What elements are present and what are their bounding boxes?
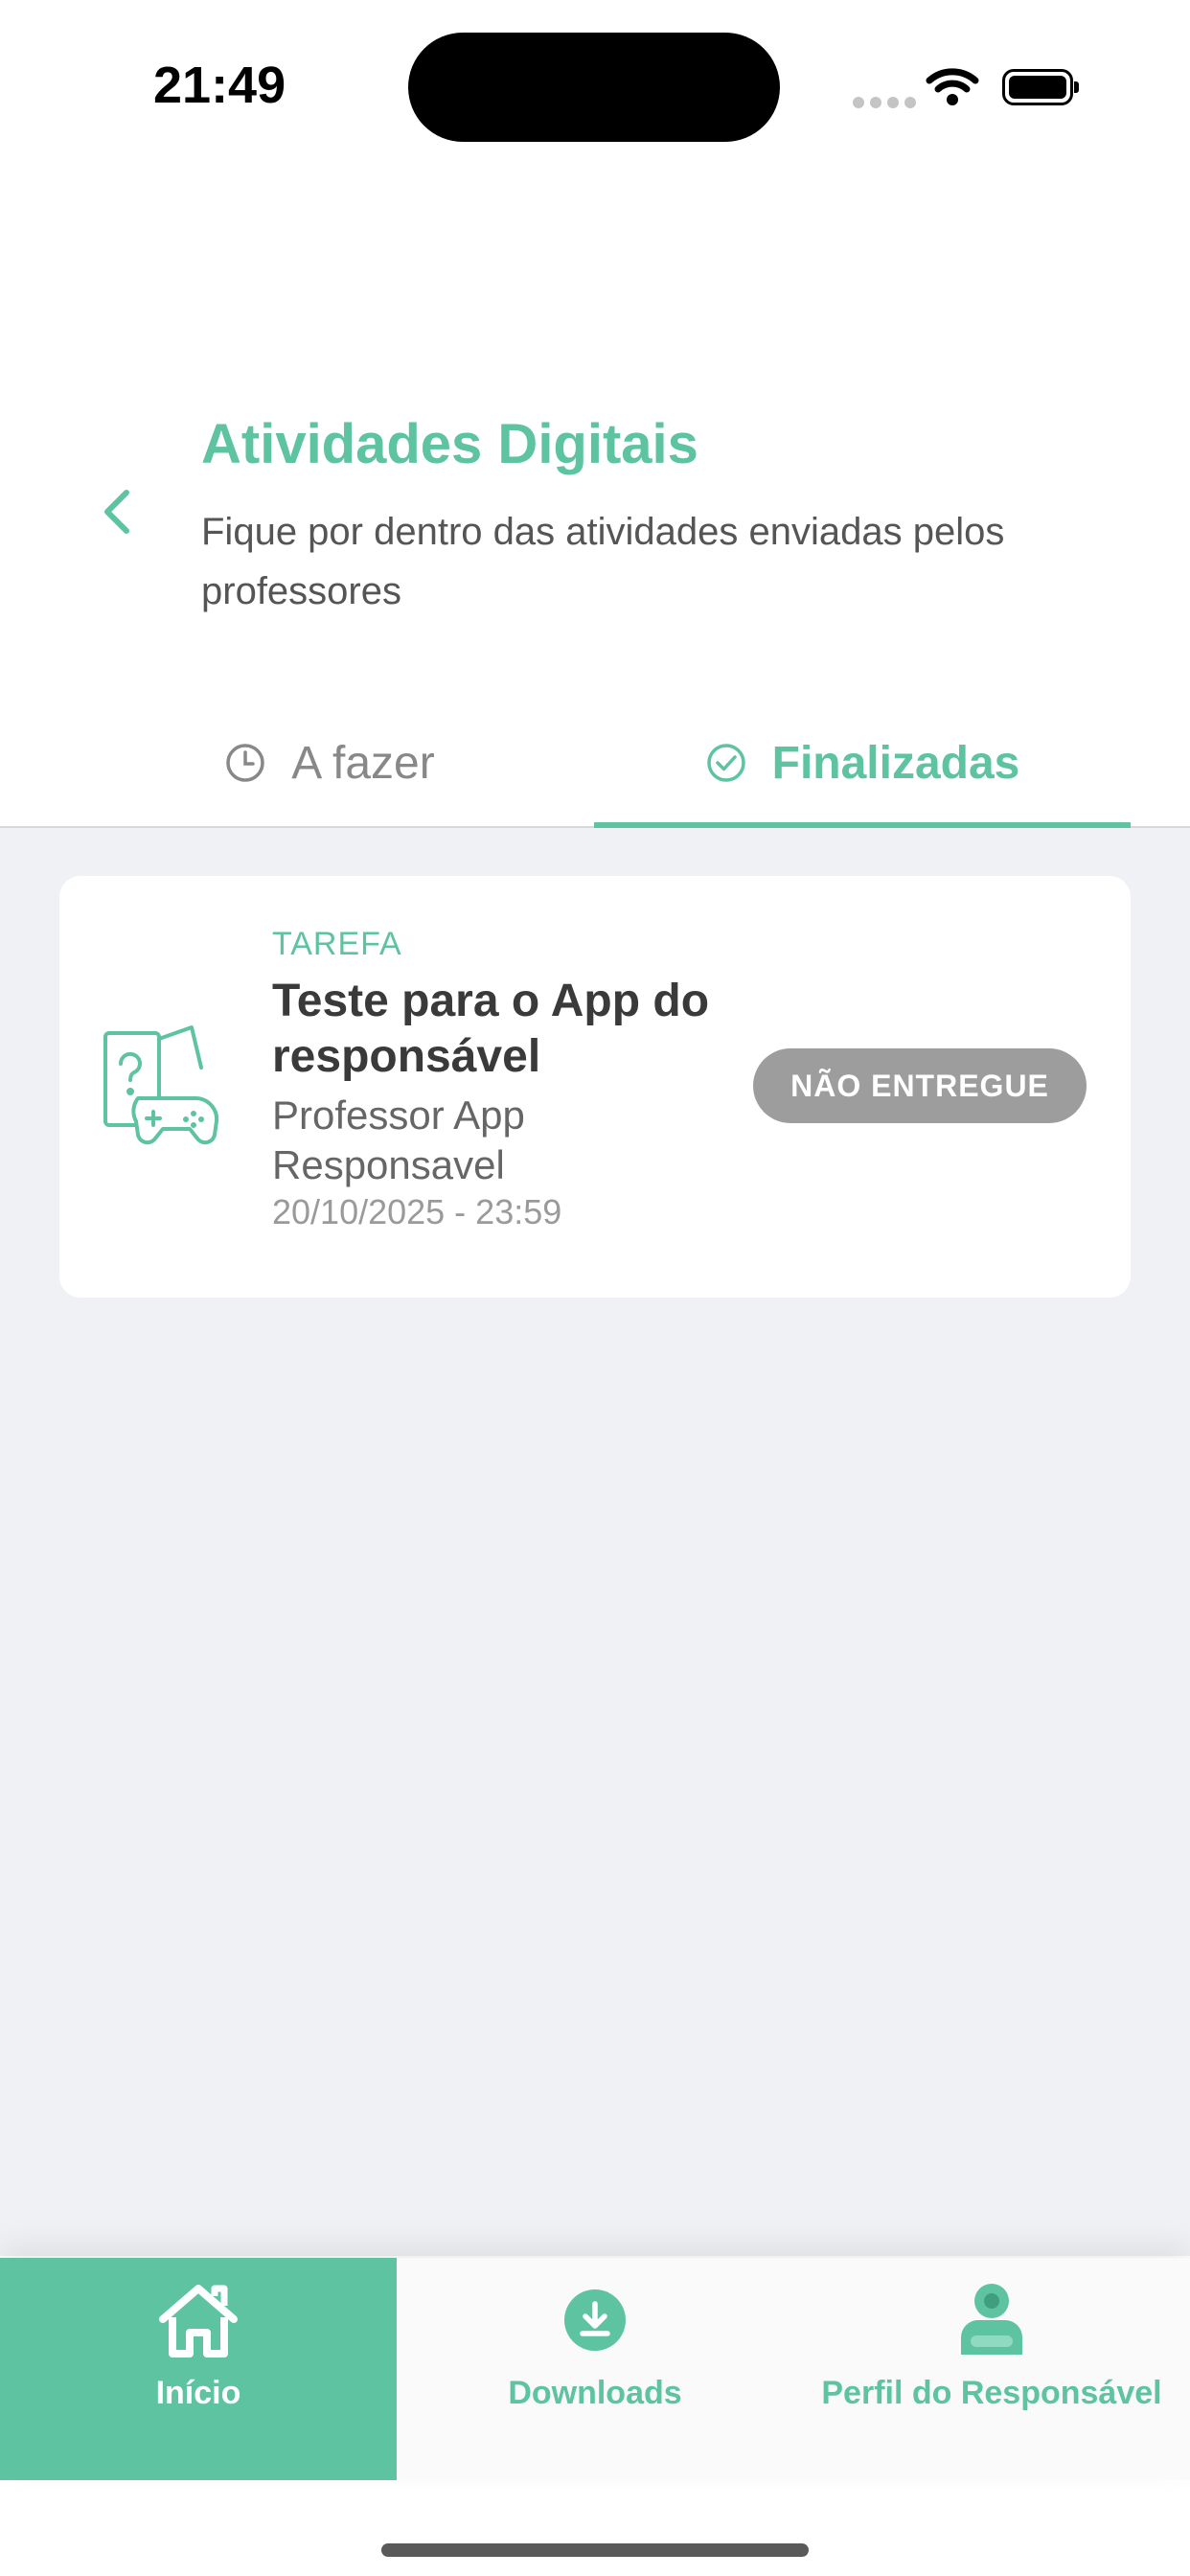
status-time: 21:49 [153, 57, 286, 114]
clock-icon [226, 744, 265, 782]
tab-a-fazer-label: A fazer [291, 737, 435, 789]
wifi-icon [926, 68, 979, 105]
nav-inicio-label: Início [155, 2375, 241, 2411]
activity-due-date: 20/10/2025 - 23:59 [272, 1192, 562, 1231]
page-subtitle: Fique por dentro das atividades enviadas… [201, 511, 1005, 612]
nav-downloads-label: Downloads [508, 2375, 682, 2411]
back-chevron-icon[interactable] [94, 487, 144, 537]
battery-icon [1002, 69, 1079, 105]
activity-title: Teste para o App do responsável [272, 976, 710, 1082]
status-bar: 21:49 [0, 0, 1190, 172]
dynamic-island [408, 33, 780, 142]
activity-list[interactable]: TAREFA Teste para o App do responsável P… [0, 828, 1190, 2256]
tab-finalizadas-label: Finalizadas [771, 737, 1020, 789]
nav-downloads[interactable]: Downloads [397, 2258, 793, 2480]
profile-icon [961, 2284, 1022, 2355]
tab-a-fazer[interactable]: A fazer [77, 700, 583, 826]
home-icon [159, 2285, 238, 2358]
nav-perfil-label: Perfil do Responsável [821, 2375, 1162, 2411]
nav-inicio[interactable]: Início [0, 2258, 397, 2480]
activity-tabs: A fazer Finalizadas [0, 700, 1190, 828]
page-title: Atividades Digitais [201, 413, 698, 475]
check-circle-icon [706, 744, 745, 782]
cellular-signal-icon [853, 96, 922, 113]
status-badge: NÃO ENTREGUE [753, 1048, 1087, 1123]
home-indicator[interactable] [381, 2543, 809, 2557]
game-quiz-icon [103, 1025, 219, 1145]
bottom-nav: Início Downloads Perfil do Responsável [0, 2258, 1190, 2480]
activity-teacher: Professor App Responsavel [272, 1092, 525, 1187]
nav-perfil-responsavel[interactable]: Perfil do Responsável [793, 2258, 1190, 2480]
tab-finalizadas[interactable]: Finalizadas [594, 700, 1131, 826]
activity-type: TAREFA [272, 926, 402, 962]
activity-card[interactable]: TAREFA Teste para o App do responsável P… [59, 876, 1131, 1298]
download-icon [564, 2289, 626, 2351]
